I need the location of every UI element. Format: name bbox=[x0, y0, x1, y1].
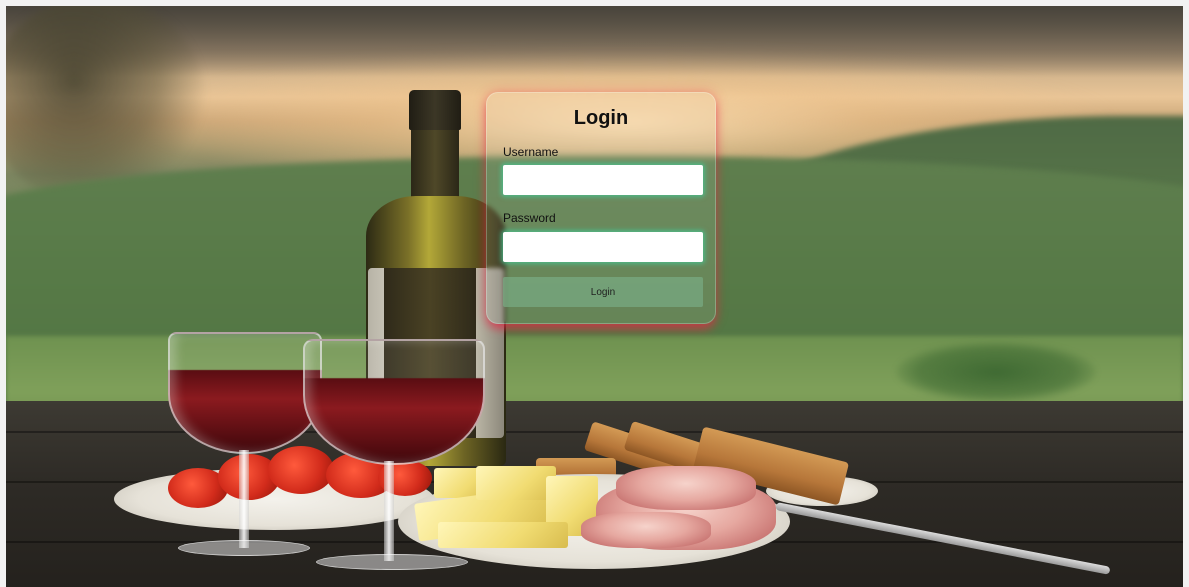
password-label: Password bbox=[503, 211, 556, 225]
app-frame: Login Username Password Login bbox=[6, 6, 1183, 587]
wine-glass-base bbox=[316, 554, 468, 570]
wine-glass bbox=[168, 332, 322, 454]
wine-glass-base bbox=[178, 540, 310, 556]
bush bbox=[896, 342, 1096, 402]
wine-bottle-cap bbox=[409, 90, 461, 130]
cheese-slice bbox=[438, 522, 568, 548]
login-form: Login Username Password Login bbox=[486, 92, 716, 324]
wine-glass-stem bbox=[239, 450, 249, 548]
username-label: Username bbox=[503, 145, 559, 159]
username-input[interactable] bbox=[503, 165, 703, 195]
login-title: Login bbox=[573, 107, 629, 129]
password-input[interactable] bbox=[503, 232, 703, 262]
wine-glass-stem bbox=[384, 461, 394, 561]
ham-slice bbox=[581, 512, 711, 548]
ham-slice bbox=[616, 466, 756, 510]
cheese-slice bbox=[476, 466, 556, 500]
tomato-slice bbox=[268, 446, 334, 494]
login-button[interactable]: Login bbox=[503, 277, 703, 307]
